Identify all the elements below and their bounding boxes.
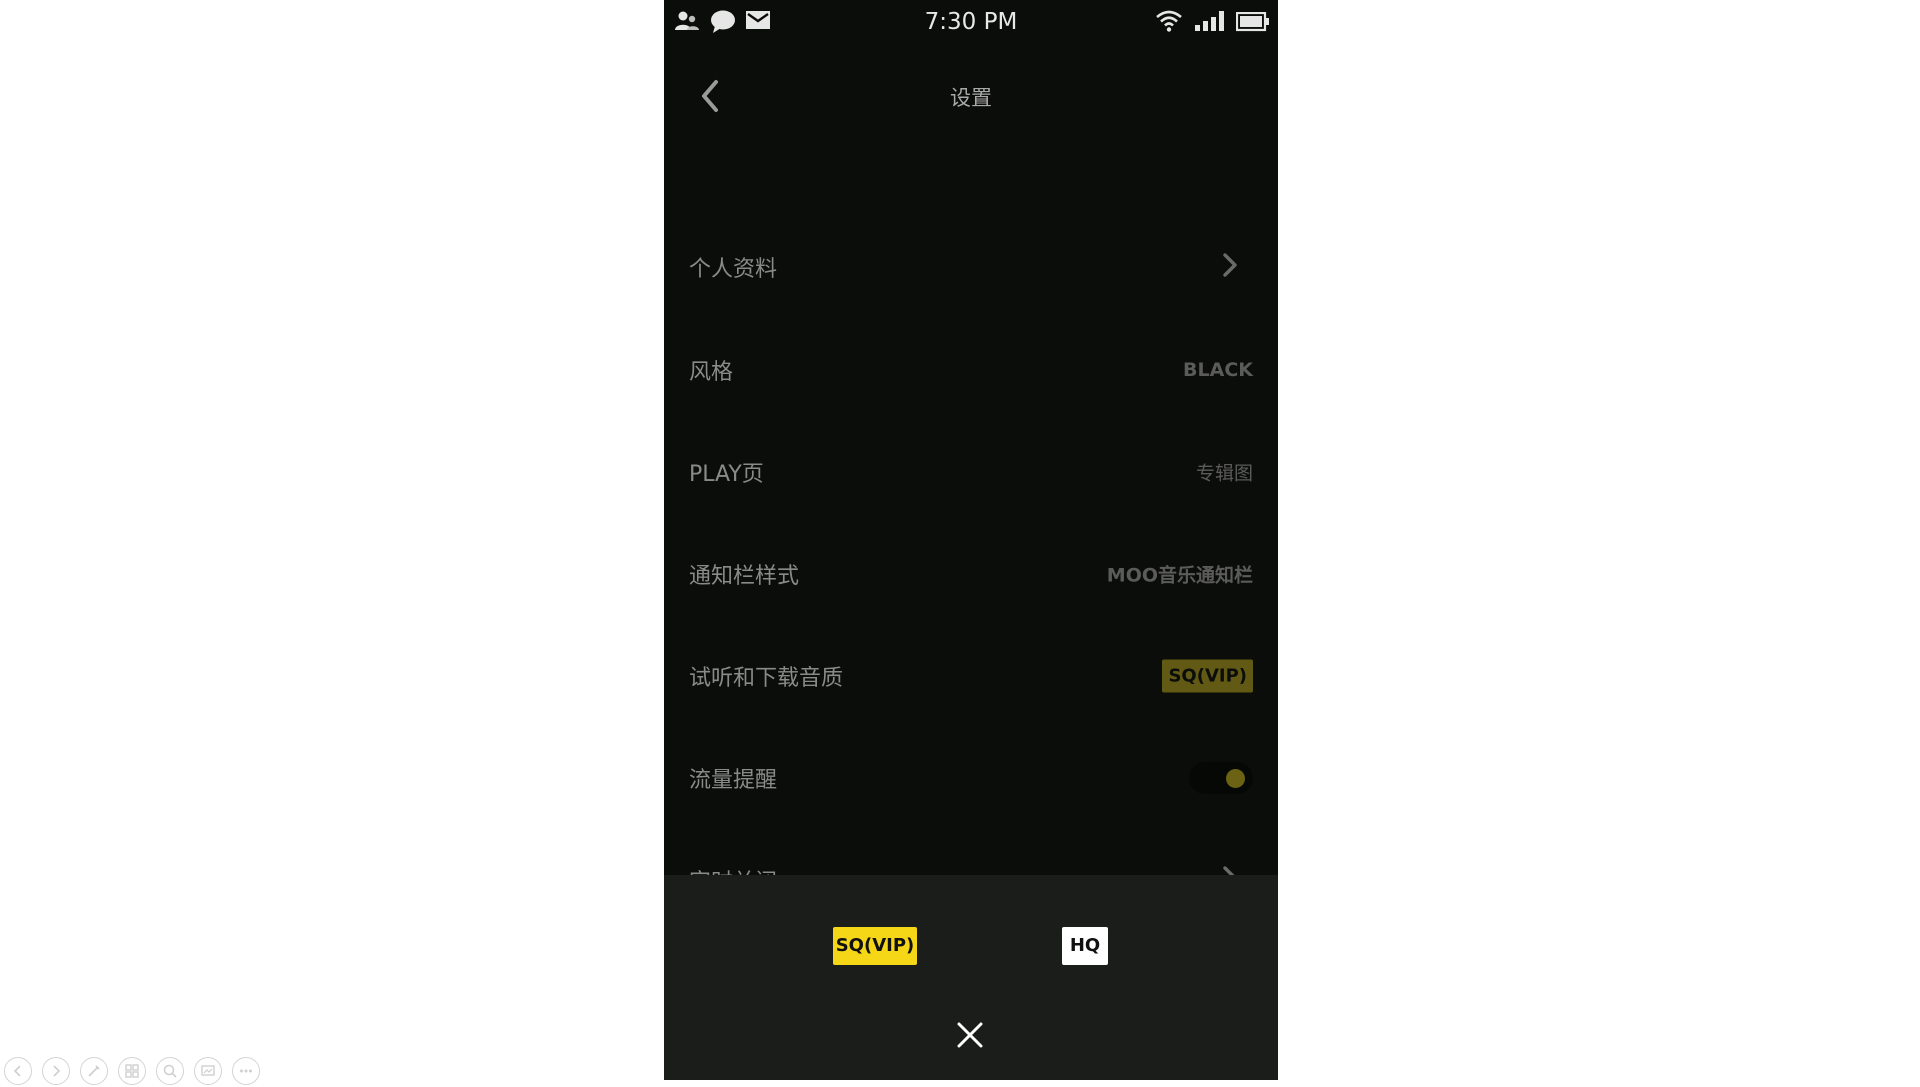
battery-icon (1235, 11, 1270, 36)
pen-button[interactable] (80, 1057, 108, 1085)
settings-row-style[interactable]: 风格 BLACK (664, 320, 1278, 420)
close-sheet-button[interactable] (955, 1020, 985, 1050)
status-bar: 7:30 PM (664, 0, 1278, 44)
screen-button[interactable] (194, 1057, 222, 1085)
settings-row-data-alert: 流量提醒 (664, 728, 1278, 828)
row-value-notification-style: MOO音乐通知栏 (1106, 564, 1253, 587)
row-label-notification-style: 通知栏样式 (689, 564, 800, 589)
quality-option-sq-vip[interactable]: SQ(VIP) (833, 927, 917, 965)
previous-button[interactable] (4, 1057, 32, 1085)
more-button[interactable] (232, 1057, 260, 1085)
pen-icon (88, 1065, 100, 1077)
row-label-profile: 个人资料 (689, 257, 778, 282)
row-label-play-page: PLAY页 (689, 462, 764, 487)
row-value-style: BLACK (1183, 359, 1253, 381)
row-label-style: 风格 (689, 360, 734, 385)
status-time: 7:30 PM (924, 9, 1018, 35)
nav-bar: 设置 (664, 50, 1278, 140)
data-alert-toggle[interactable] (1189, 762, 1253, 794)
chevron-right-icon (1222, 252, 1238, 282)
settings-row-play-page[interactable]: PLAY页 专辑图 (664, 422, 1278, 522)
slides-button[interactable] (118, 1057, 146, 1085)
settings-row-profile[interactable]: 个人资料 (664, 217, 1278, 317)
quality-bottom-sheet: SQ(VIP) HQ (664, 875, 1278, 1080)
close-icon (957, 1022, 983, 1048)
toggle-knob (1226, 769, 1245, 788)
wifi-icon (1155, 10, 1183, 36)
screen-icon (201, 1065, 215, 1076)
row-label-data-alert: 流量提醒 (689, 768, 778, 793)
audio-quality-badge: SQ(VIP) (1162, 659, 1253, 693)
zoom-icon (163, 1064, 177, 1078)
previous-icon (13, 1065, 21, 1077)
next-icon (53, 1065, 61, 1077)
next-button[interactable] (42, 1057, 70, 1085)
zoom-button[interactable] (156, 1057, 184, 1085)
row-value-play-page: 专辑图 (1195, 462, 1253, 485)
quality-option-hq[interactable]: HQ (1062, 927, 1108, 965)
phone-screen: 7:30 PM 设置 个人资料 风格 BLACK PLAY页 专辑图 通知栏样式… (664, 0, 1278, 1080)
page-title: 设置 (950, 86, 992, 110)
settings-row-audio-quality[interactable]: 试听和下载音质 SQ(VIP) (664, 626, 1278, 726)
signal-icon (1194, 10, 1228, 36)
settings-row-notification-style[interactable]: 通知栏样式 MOO音乐通知栏 (664, 524, 1278, 624)
more-icon (240, 1069, 252, 1073)
row-label-audio-quality: 试听和下载音质 (689, 666, 844, 691)
slides-icon (125, 1064, 139, 1078)
